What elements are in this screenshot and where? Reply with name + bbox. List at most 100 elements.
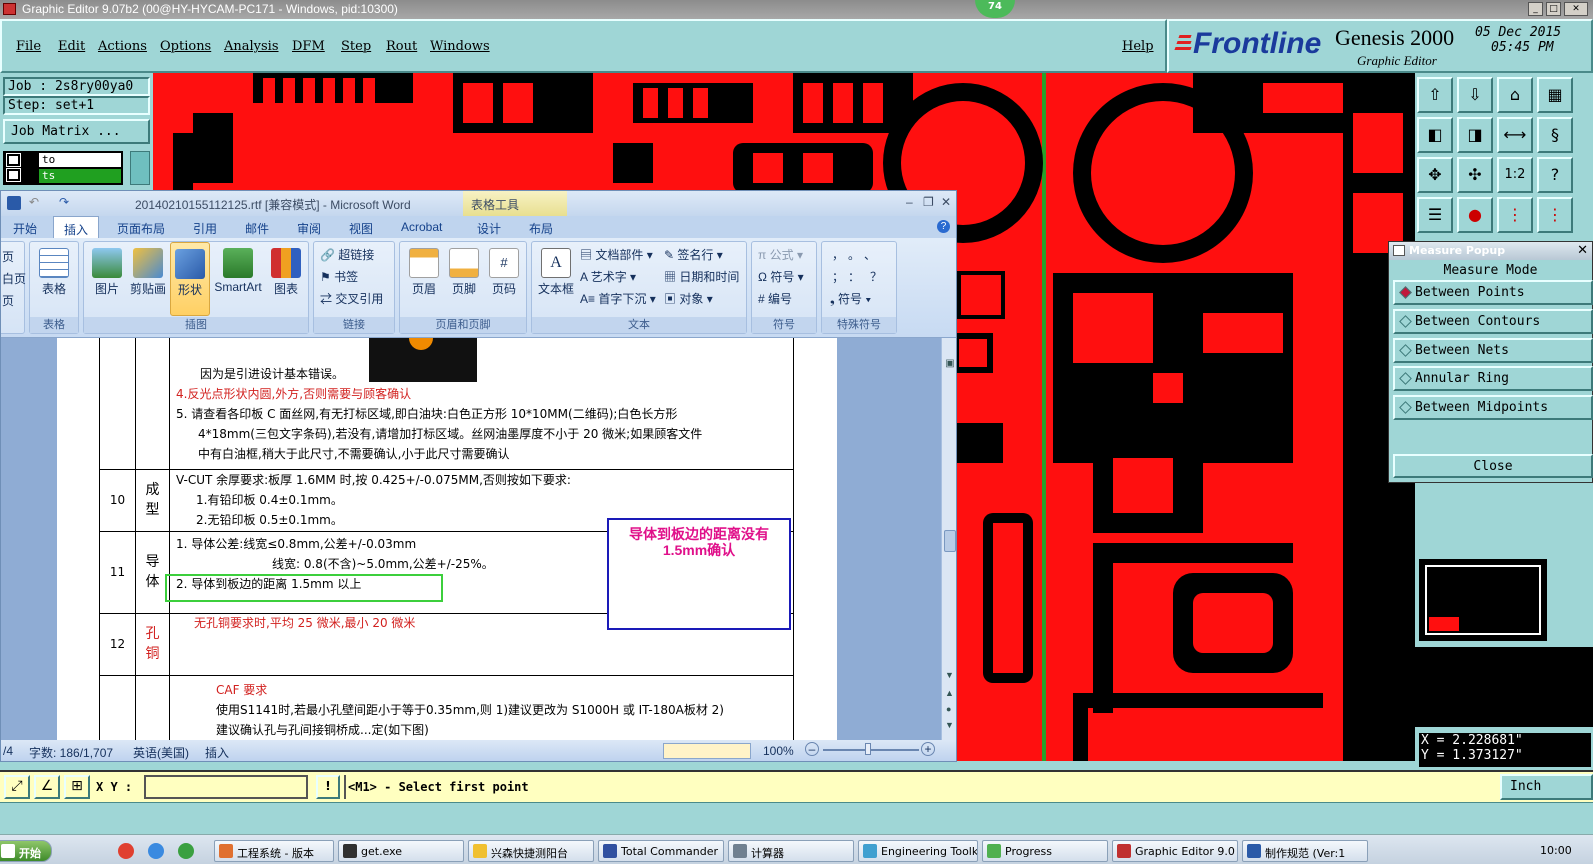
maximize-button[interactable]: □ — [1546, 2, 1561, 16]
next-page-icon[interactable]: ▼ — [945, 720, 954, 730]
layer-checkbox[interactable] — [6, 153, 21, 167]
hyperlink-button[interactable]: 🔗 超链接 — [320, 246, 374, 263]
app-icon[interactable] — [178, 843, 194, 859]
save-icon[interactable] — [7, 196, 21, 210]
word-minimize-icon[interactable]: – — [906, 195, 913, 209]
tab-mailings[interactable]: 邮件 — [245, 220, 269, 237]
object-button[interactable]: ▣ 对象 ▾ — [664, 290, 713, 307]
page-number-button[interactable]: # 页码 — [484, 248, 524, 297]
scroll-down-icon[interactable]: ▼ — [945, 670, 954, 680]
insert-table-button[interactable]: 表格 — [30, 248, 78, 297]
zoom-in-icon[interactable]: + — [921, 742, 935, 756]
clock[interactable]: 10:00 — [1540, 844, 1572, 857]
zoom-out-icon[interactable]: – — [805, 742, 819, 756]
chrome-icon[interactable] — [118, 843, 134, 859]
window-icon[interactable]: ▦ — [1537, 77, 1573, 113]
insert-clipart-button[interactable]: 剪贴画 — [126, 248, 170, 297]
minimize-button[interactable]: _ — [1528, 2, 1543, 16]
word-titlebar[interactable]: ↶ ↷ 20140210155112125.rtf [兼容模式] - Micro… — [1, 191, 956, 216]
drop-cap-button[interactable]: A≡ 首字下沉 ▾ — [580, 290, 656, 307]
numbering-button[interactable]: # 编号 — [758, 290, 792, 307]
vertical-scrollbar[interactable]: ▣ ▼ ▲ ● ▼ — [941, 338, 956, 740]
task-item[interactable]: Graphic Editor 9.0 — [1112, 840, 1238, 862]
prev-page-icon[interactable]: ▲ — [945, 688, 954, 698]
task-item[interactable]: 兴森快捷测阳台 — [468, 840, 594, 862]
measure-icon[interactable]: ● — [1457, 197, 1493, 233]
task-item[interactable]: Total Commander — [598, 840, 724, 862]
zoom-in-icon[interactable]: ⇩ — [1457, 77, 1493, 113]
pan-left-icon[interactable]: ◧ — [1417, 117, 1453, 153]
layer-checkbox[interactable] — [6, 168, 21, 182]
mode-annular-ring[interactable]: Annular Ring — [1393, 366, 1593, 391]
help-icon[interactable]: ? — [1537, 157, 1573, 193]
word-count[interactable]: 字数: 186/1,707 — [29, 744, 113, 761]
menu-help[interactable]: Help — [1122, 39, 1154, 54]
mirror-icon[interactable]: ⟷ — [1497, 117, 1533, 153]
scale-icon[interactable]: 1:2 — [1497, 157, 1533, 193]
start-button[interactable]: 开始 — [0, 840, 52, 862]
tab-view[interactable]: 视图 — [349, 220, 373, 237]
bookmark-button[interactable]: ⚑ 书签 — [320, 268, 358, 285]
menu-dfm[interactable]: DFM — [292, 39, 325, 54]
callout-textbox[interactable]: 导体到板边的距离没有1.5mm确认 — [607, 518, 791, 630]
task-item[interactable]: get.exe — [338, 840, 464, 862]
menu-actions[interactable]: Actions — [98, 39, 147, 54]
tab-references[interactable]: 引用 — [193, 220, 217, 237]
mode-between-contours[interactable]: Between Contours — [1393, 309, 1593, 334]
center-icon[interactable]: ✣ — [1457, 157, 1493, 193]
mode-between-nets[interactable]: Between Nets — [1393, 338, 1593, 363]
symbol-button[interactable]: Ω 符号 ▾ — [758, 268, 804, 285]
page-indicator[interactable]: /4 — [3, 744, 13, 758]
insert-mode[interactable]: 插入 — [205, 744, 229, 761]
measure-popup-titlebar[interactable]: Measure Popup ✕ — [1389, 242, 1592, 260]
xy-input[interactable] — [144, 775, 308, 799]
zoom-slider[interactable] — [823, 749, 919, 751]
drill-icon[interactable]: ⋮ — [1537, 197, 1573, 233]
menu-step[interactable]: Step — [341, 39, 371, 54]
job-matrix-button[interactable]: Job Matrix ... — [3, 119, 150, 144]
menu-analysis[interactable]: Analysis — [224, 39, 279, 54]
insert-shapes-button[interactable]: 形状 — [170, 242, 210, 316]
footer-button[interactable]: 页脚 — [444, 248, 484, 297]
wordart-button[interactable]: A 艺术字 ▾ — [580, 268, 636, 285]
special-symbol-row[interactable]: ，。、 — [832, 246, 886, 263]
task-item[interactable]: 工程系统 - 版本 — [214, 840, 334, 862]
settings-icon[interactable]: ☰ — [1417, 197, 1453, 233]
zoom-home-icon[interactable]: ⇧ — [1417, 77, 1453, 113]
zoom-window-icon[interactable]: ⤢ — [4, 775, 30, 799]
special-symbol-button[interactable]: ❟ 符号 ▾ — [830, 290, 871, 307]
layer-scrollbar[interactable] — [130, 151, 150, 185]
layer-item-to[interactable]: to — [39, 153, 121, 167]
document-page[interactable]: 因为是引进设计基本错误。 4.反光点形状内圆,外方,否则需要与顾客确认 5. 请… — [57, 338, 837, 740]
angle-icon[interactable]: ∠ — [34, 775, 60, 799]
close-icon[interactable]: ✕ — [1577, 242, 1588, 259]
units-selector[interactable]: Inch — [1500, 774, 1593, 800]
insert-picture-button[interactable]: 图片 — [88, 248, 126, 297]
close-window-button[interactable]: ✕ — [1564, 2, 1588, 16]
alert-icon[interactable]: ! — [316, 775, 340, 799]
mode-between-midpoints[interactable]: Between Midpoints — [1393, 395, 1593, 420]
ie-icon[interactable] — [148, 843, 164, 859]
insert-smartart-button[interactable]: SmartArt — [212, 248, 264, 294]
tab-page-layout[interactable]: 页面布局 — [117, 220, 165, 237]
ribbon-cut-label[interactable]: 白页 — [2, 270, 26, 287]
menu-edit[interactable]: Edit — [58, 39, 85, 54]
word-close-icon[interactable]: ✕ — [941, 195, 951, 209]
grid-icon[interactable]: ⊞ — [64, 775, 90, 799]
signature-line-button[interactable]: ✎ 签名行 ▾ — [664, 246, 723, 263]
home-icon[interactable]: ⌂ — [1497, 77, 1533, 113]
menu-rout[interactable]: Rout — [386, 39, 417, 54]
insert-chart-button[interactable]: 图表 — [266, 248, 306, 297]
help-icon[interactable]: ? — [937, 220, 950, 233]
task-item[interactable]: Progress — [982, 840, 1108, 862]
menu-file[interactable]: File — [16, 39, 41, 54]
menu-windows[interactable]: Windows — [430, 39, 490, 54]
tab-home[interactable]: 开始 — [13, 220, 37, 237]
cross-reference-button[interactable]: ⇄ 交叉引用 — [320, 290, 383, 307]
language-indicator[interactable]: 英语(美国) — [133, 744, 189, 761]
mode-between-points[interactable]: Between Points — [1393, 280, 1593, 305]
textbox-button[interactable]: A 文本框 — [536, 248, 576, 297]
snap-icon[interactable]: § — [1537, 117, 1573, 153]
view-buttons[interactable] — [663, 743, 751, 759]
special-symbol-row[interactable]: ；：？ — [832, 268, 892, 285]
